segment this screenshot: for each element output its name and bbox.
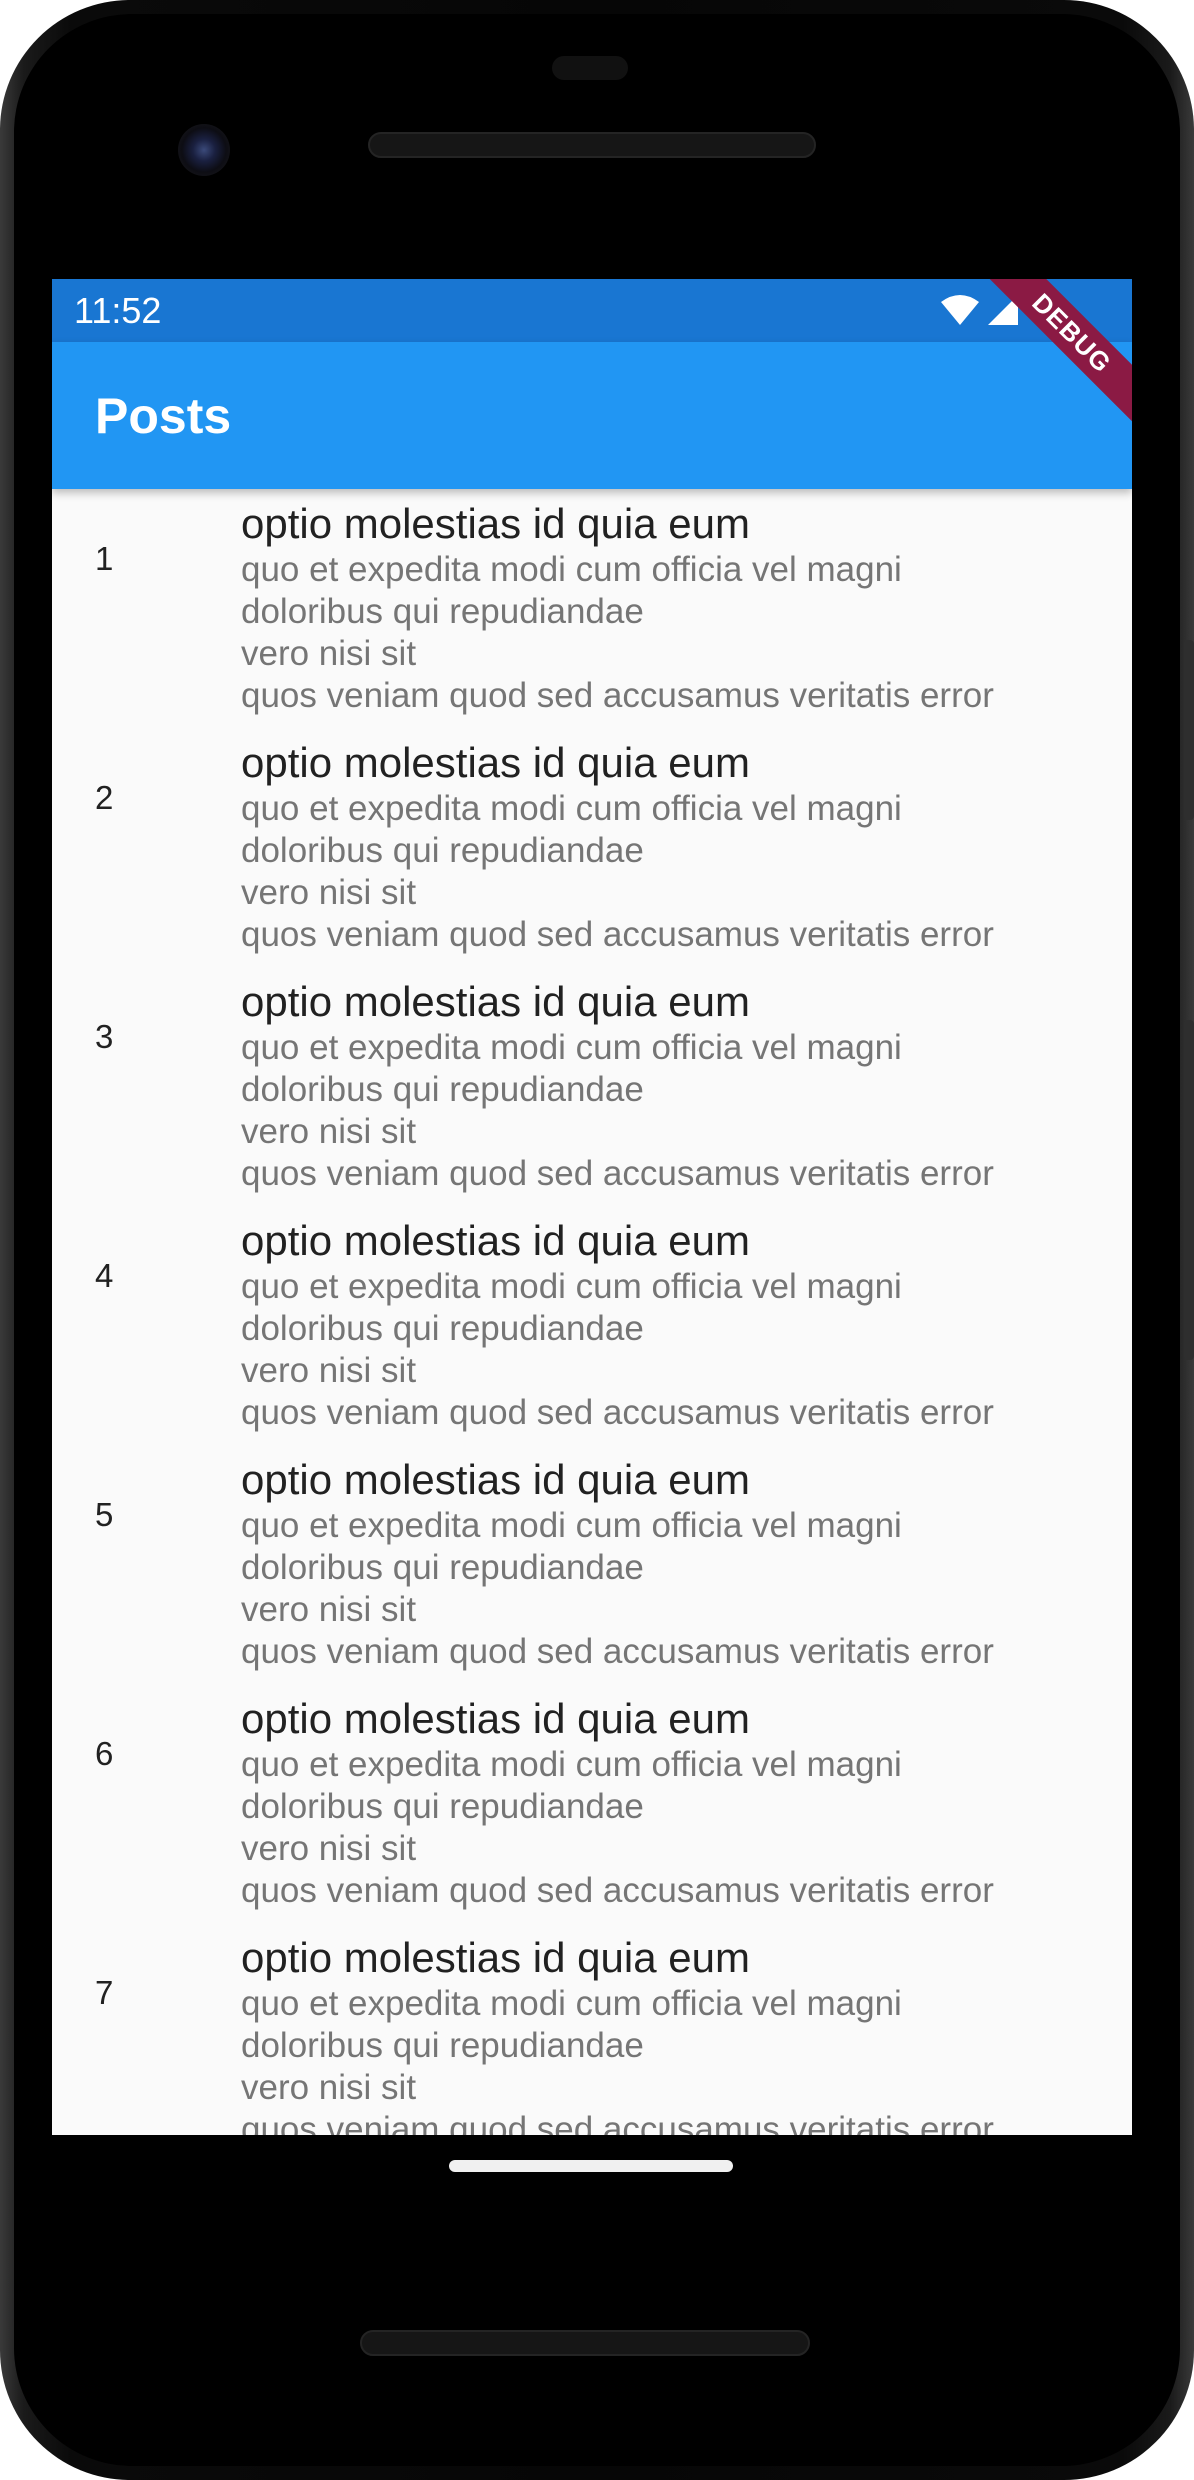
- post-content: optio molestias id quia eum quo et exped…: [241, 499, 1121, 717]
- post-title: optio molestias id quia eum: [241, 1217, 750, 1264]
- page-title: Posts: [95, 388, 232, 444]
- app-screen: 11:52 Posts DEBUG 1 optio molestias id q…: [52, 279, 1132, 2135]
- post-body: quo et expedita modi cum officia vel mag…: [241, 1267, 994, 1432]
- list-item[interactable]: 3 optio molestias id quia eum quo et exp…: [52, 967, 1132, 1206]
- status-bar: 11:52: [52, 279, 1132, 342]
- post-body: quo et expedita modi cum officia vel mag…: [241, 1506, 994, 1671]
- wifi-icon: [941, 295, 979, 325]
- list-item[interactable]: 1 optio molestias id quia eum quo et exp…: [52, 489, 1132, 728]
- bottom-speaker: [360, 2330, 810, 2356]
- post-body: quo et expedita modi cum officia vel mag…: [241, 1984, 994, 2135]
- post-id: 4: [95, 1257, 114, 1294]
- post-id: 6: [95, 1735, 114, 1772]
- post-content: optio molestias id quia eum quo et exped…: [241, 1694, 1121, 1912]
- post-body: quo et expedita modi cum officia vel mag…: [241, 1028, 994, 1193]
- list-item[interactable]: 6 optio molestias id quia eum quo et exp…: [52, 1684, 1132, 1923]
- post-body: quo et expedita modi cum officia vel mag…: [241, 1745, 994, 1910]
- list-item[interactable]: 4 optio molestias id quia eum quo et exp…: [52, 1206, 1132, 1445]
- post-content: optio molestias id quia eum quo et exped…: [241, 1216, 1121, 1434]
- post-title: optio molestias id quia eum: [241, 978, 750, 1025]
- proximity-sensor: [552, 56, 628, 80]
- list-item[interactable]: 2 optio molestias id quia eum quo et exp…: [52, 728, 1132, 967]
- post-content: optio molestias id quia eum quo et exped…: [241, 977, 1121, 1195]
- post-content: optio molestias id quia eum quo et exped…: [241, 738, 1121, 956]
- post-title: optio molestias id quia eum: [241, 1934, 750, 1981]
- volume-button: [1184, 1020, 1194, 1360]
- post-body: quo et expedita modi cum officia vel mag…: [241, 789, 994, 954]
- home-indicator[interactable]: [449, 2160, 733, 2172]
- post-content: optio molestias id quia eum quo et exped…: [241, 1933, 1121, 2135]
- post-title: optio molestias id quia eum: [241, 739, 750, 786]
- list-item[interactable]: 5 optio molestias id quia eum quo et exp…: [52, 1445, 1132, 1684]
- posts-list[interactable]: 1 optio molestias id quia eum quo et exp…: [52, 489, 1132, 2135]
- post-body: quo et expedita modi cum officia vel mag…: [241, 550, 994, 715]
- status-time: 11:52: [74, 290, 162, 331]
- app-bar: Posts: [52, 342, 1132, 489]
- power-button: [1184, 640, 1194, 820]
- front-camera: [178, 124, 230, 176]
- post-title: optio molestias id quia eum: [241, 1695, 750, 1742]
- post-id: 1: [95, 540, 114, 577]
- list-item[interactable]: 7 optio molestias id quia eum quo et exp…: [52, 1923, 1132, 2135]
- top-speaker: [368, 132, 816, 158]
- post-content: optio molestias id quia eum quo et exped…: [241, 1455, 1121, 1673]
- phone-frame: 11:52 Posts DEBUG 1 optio molestias id q…: [0, 0, 1194, 2480]
- post-id: 2: [95, 779, 114, 816]
- post-title: optio molestias id quia eum: [241, 1456, 750, 1503]
- post-id: 7: [95, 1974, 114, 2011]
- post-title: optio molestias id quia eum: [241, 500, 750, 547]
- post-id: 3: [95, 1018, 114, 1055]
- post-id: 5: [95, 1496, 114, 1533]
